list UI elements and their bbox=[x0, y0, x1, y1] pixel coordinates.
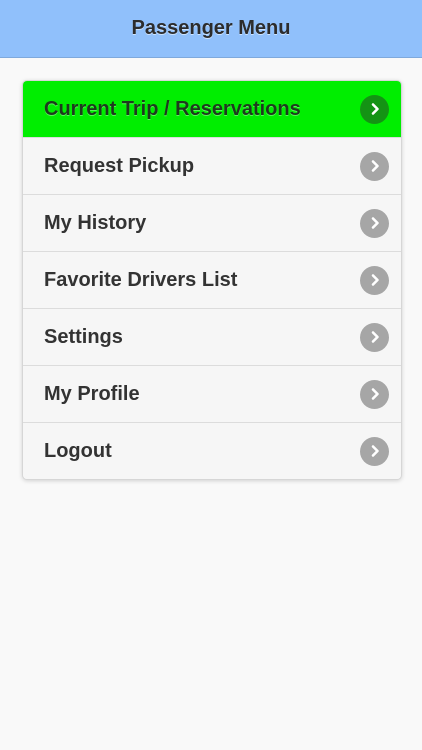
menu-item-label: Settings bbox=[44, 325, 123, 348]
chevron-right-icon bbox=[360, 265, 389, 295]
chevron-right-icon bbox=[360, 379, 389, 409]
menu-item-label: Logout bbox=[44, 439, 112, 462]
menu-item-my-profile[interactable]: My Profile bbox=[23, 365, 401, 422]
menu-item-request-pickup[interactable]: Request Pickup bbox=[23, 137, 401, 194]
menu-item-settings[interactable]: Settings bbox=[23, 308, 401, 365]
menu-item-label: My Profile bbox=[44, 382, 140, 405]
chevron-right-icon bbox=[360, 322, 389, 352]
chevron-right-icon bbox=[360, 94, 389, 124]
menu-item-label: Request Pickup bbox=[44, 154, 195, 177]
page-title: Passenger Menu bbox=[131, 17, 291, 39]
chevron-right-icon bbox=[360, 436, 389, 466]
menu-item-label: My History bbox=[44, 211, 147, 234]
menu-item-my-history[interactable]: My History bbox=[23, 194, 401, 251]
menu-item-label: Favorite Drivers List bbox=[44, 268, 238, 291]
menu-item-current-trip[interactable]: Current Trip / Reservations bbox=[23, 81, 401, 137]
menu-item-favorite-drivers[interactable]: Favorite Drivers List bbox=[23, 251, 401, 308]
menu-item-label: Current Trip / Reservations bbox=[44, 97, 301, 120]
chevron-right-icon bbox=[360, 151, 389, 181]
menu-item-logout[interactable]: Logout bbox=[23, 422, 401, 479]
passenger-menu-list: Current Trip / Reservations Request Pick… bbox=[22, 80, 402, 480]
chevron-right-icon bbox=[360, 208, 389, 238]
app-header: Passenger Menu bbox=[0, 0, 422, 58]
